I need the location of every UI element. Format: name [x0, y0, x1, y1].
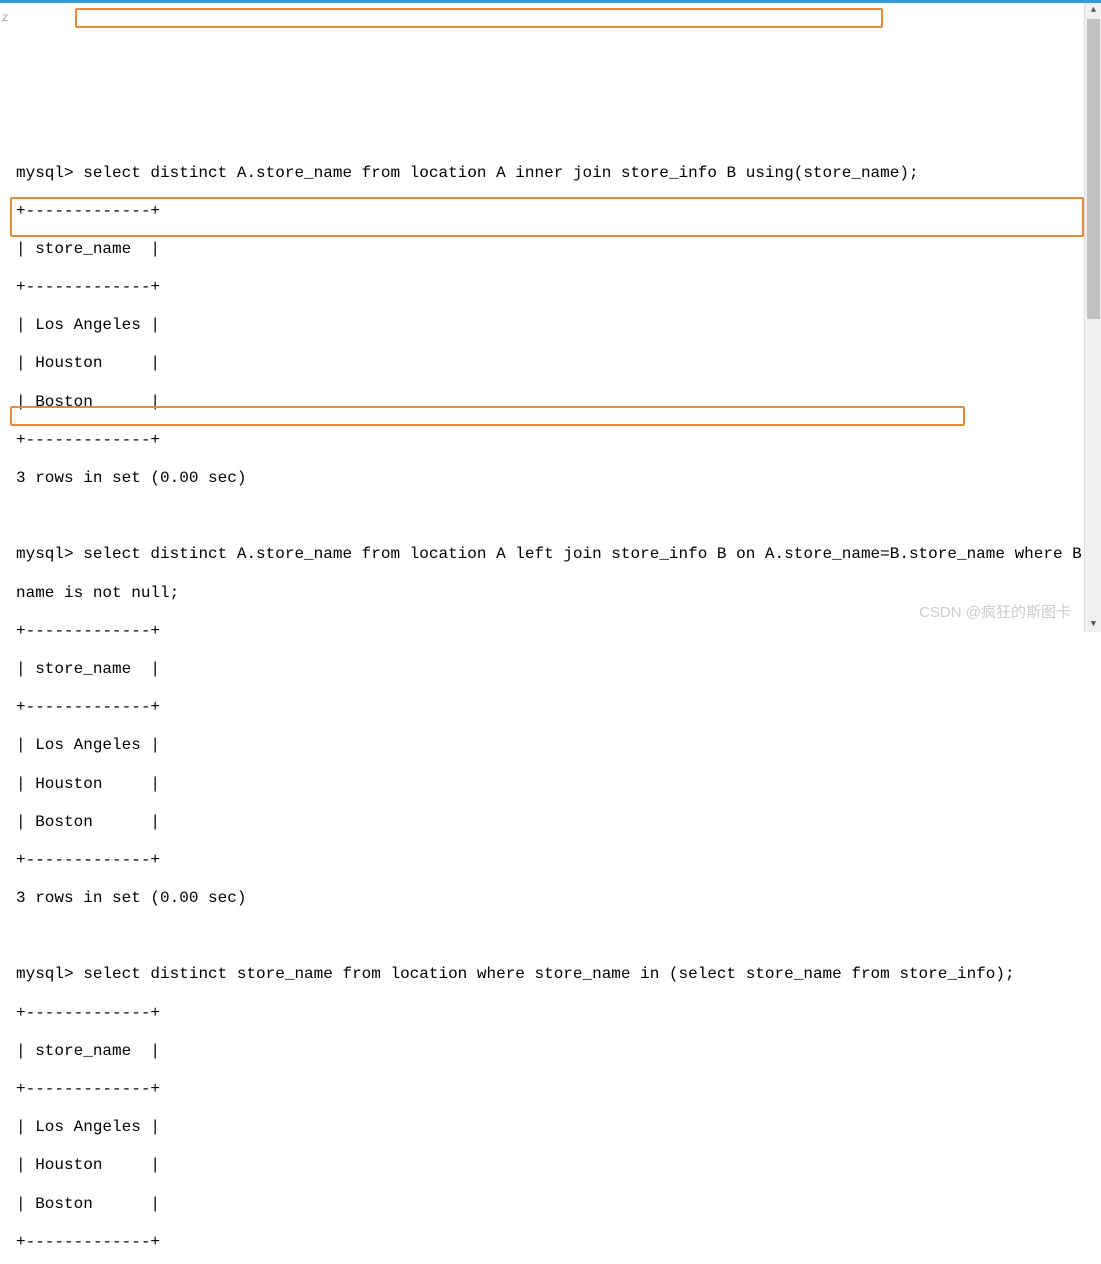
table-separator: +-------------+ [16, 1004, 1085, 1023]
table-separator: +-------------+ [16, 278, 1085, 297]
scrollbar-up-icon[interactable]: ▲ [1086, 3, 1101, 18]
table-separator: +-------------+ [16, 1080, 1085, 1099]
table-header: | store_name | [16, 240, 1085, 259]
blank-line [16, 507, 1085, 526]
table-row: | Los Angeles | [16, 316, 1085, 335]
prompt: mysql> [16, 164, 74, 182]
table-header: | store_name | [16, 660, 1085, 679]
window-top-border [0, 0, 1101, 3]
table-row: | Houston | [16, 1156, 1085, 1175]
sql-query-3: select distinct store_name from location… [83, 965, 1014, 983]
scrollbar-thumb[interactable] [1087, 19, 1100, 319]
scrollbar[interactable]: ▲ ▼ [1084, 3, 1101, 632]
table-row: | Los Angeles | [16, 736, 1085, 755]
table-row: | Houston | [16, 775, 1085, 794]
sql-query-2a: select distinct A.store_name from locati… [83, 545, 1101, 563]
prompt: mysql> [16, 965, 74, 983]
table-separator: +-------------+ [16, 202, 1085, 221]
table-separator: +-------------+ [16, 851, 1085, 870]
terminal-output: mysql> select distinct A.store_name from… [16, 144, 1085, 1264]
table-separator: +-------------+ [16, 431, 1085, 450]
query-line-2a: mysql> select distinct A.store_name from… [16, 545, 1085, 564]
result-line: 3 rows in set (0.00 sec) [16, 889, 1085, 908]
prompt: mysql> [16, 545, 74, 563]
query-line-1: mysql> select distinct A.store_name from… [16, 164, 1085, 183]
table-row: | Boston | [16, 1195, 1085, 1214]
table-separator: +-------------+ [16, 1233, 1085, 1252]
result-line: 3 rows in set (0.00 sec) [16, 469, 1085, 488]
query-line-3: mysql> select distinct store_name from l… [16, 965, 1085, 984]
table-row: | Houston | [16, 354, 1085, 373]
table-separator: +-------------+ [16, 698, 1085, 717]
highlight-box [75, 8, 883, 28]
blank-line [16, 927, 1085, 946]
sql-query-1: select distinct A.store_name from locati… [74, 164, 919, 182]
table-row: | Los Angeles | [16, 1118, 1085, 1137]
table-header: | store_name | [16, 1042, 1085, 1061]
scrollbar-down-icon[interactable]: ▼ [1086, 617, 1101, 632]
query-line-2b: name is not null; [16, 584, 1085, 603]
left-edge-char: Z [2, 14, 8, 26]
table-row: | Boston | [16, 393, 1085, 412]
table-separator: +-------------+ [16, 622, 1085, 641]
table-row: | Boston | [16, 813, 1085, 832]
